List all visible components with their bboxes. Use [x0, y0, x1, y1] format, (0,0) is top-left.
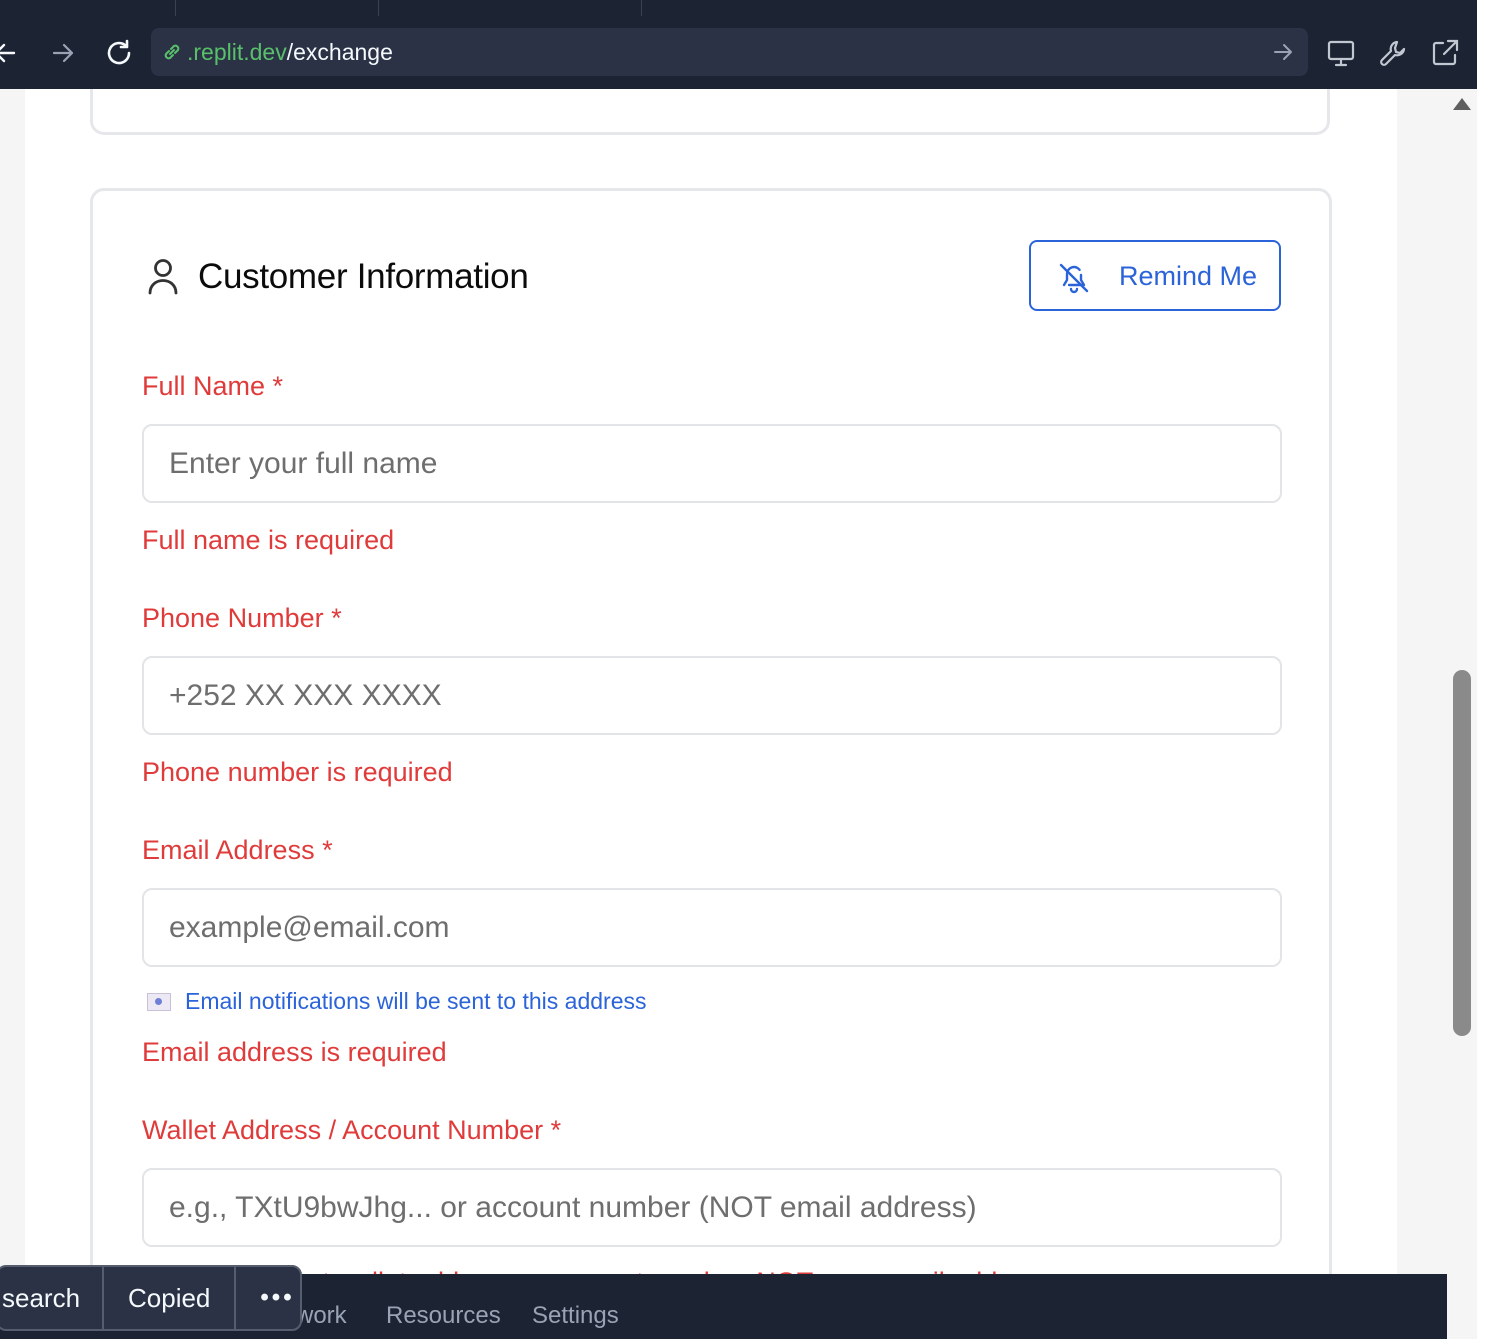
- browser-tab-strip: [0, 0, 1477, 16]
- user-icon: [145, 257, 181, 302]
- more-options-icon[interactable]: •••: [236, 1267, 318, 1329]
- bell-off-icon: [1057, 261, 1091, 300]
- full-name-error: Full name is required: [142, 525, 395, 555]
- customer-information-card: Customer Information Remind Me Full Name…: [90, 188, 1332, 1339]
- remind-me-label: Remind Me: [1119, 261, 1258, 291]
- email-envelope-icon: [147, 992, 171, 1011]
- monitor-icon[interactable]: [1324, 36, 1358, 70]
- search-button[interactable]: search: [0, 1267, 104, 1329]
- page-viewport: Customer Information Remind Me Full Name…: [0, 89, 1477, 1339]
- go-arrow-icon[interactable]: [1272, 41, 1294, 68]
- email-hint-text: Email notifications will be sent to this…: [185, 988, 647, 1014]
- bottom-nav-resources[interactable]: Resources: [386, 1302, 501, 1330]
- full-name-input[interactable]: [142, 424, 1282, 503]
- open-external-icon[interactable]: [1428, 36, 1462, 70]
- previous-card: [90, 89, 1330, 135]
- link-icon: [161, 41, 183, 68]
- scroll-up-arrow-icon[interactable]: [1453, 98, 1471, 110]
- wallet-address-input[interactable]: [142, 1168, 1282, 1247]
- bottom-nav-settings[interactable]: Settings: [532, 1302, 619, 1330]
- wrench-icon[interactable]: [1376, 36, 1410, 70]
- forward-arrow-icon[interactable]: [46, 36, 80, 70]
- phone-number-label: Phone Number *: [142, 603, 342, 633]
- scrollbar-thumb[interactable]: [1453, 670, 1471, 1036]
- tab-separator: [378, 0, 379, 16]
- full-name-label: Full Name *: [142, 371, 284, 401]
- url-text: .replit.dev/exchange: [187, 39, 393, 65]
- email-address-error: Email address is required: [142, 1037, 447, 1067]
- selection-toolbar: search Copied •••: [0, 1265, 302, 1331]
- email-address-label: Email Address *: [142, 835, 333, 865]
- tab-separator: [641, 0, 642, 16]
- browser-toolbar: .replit.dev/exchange: [0, 16, 1477, 89]
- back-arrow-icon[interactable]: [0, 36, 22, 70]
- phone-number-error: Phone number is required: [142, 757, 453, 787]
- wallet-address-label: Wallet Address / Account Number *: [142, 1115, 562, 1145]
- copied-button[interactable]: Copied: [104, 1267, 237, 1329]
- address-bar[interactable]: .replit.dev/exchange: [151, 28, 1308, 76]
- phone-number-input[interactable]: [142, 656, 1282, 735]
- remind-me-button[interactable]: Remind Me: [1029, 240, 1281, 311]
- card-title: Customer Information: [198, 257, 529, 296]
- reload-icon[interactable]: [102, 36, 136, 70]
- email-address-input[interactable]: [142, 888, 1282, 967]
- tab-separator: [175, 0, 176, 16]
- email-hint: Email notifications will be sent to this…: [147, 988, 647, 1015]
